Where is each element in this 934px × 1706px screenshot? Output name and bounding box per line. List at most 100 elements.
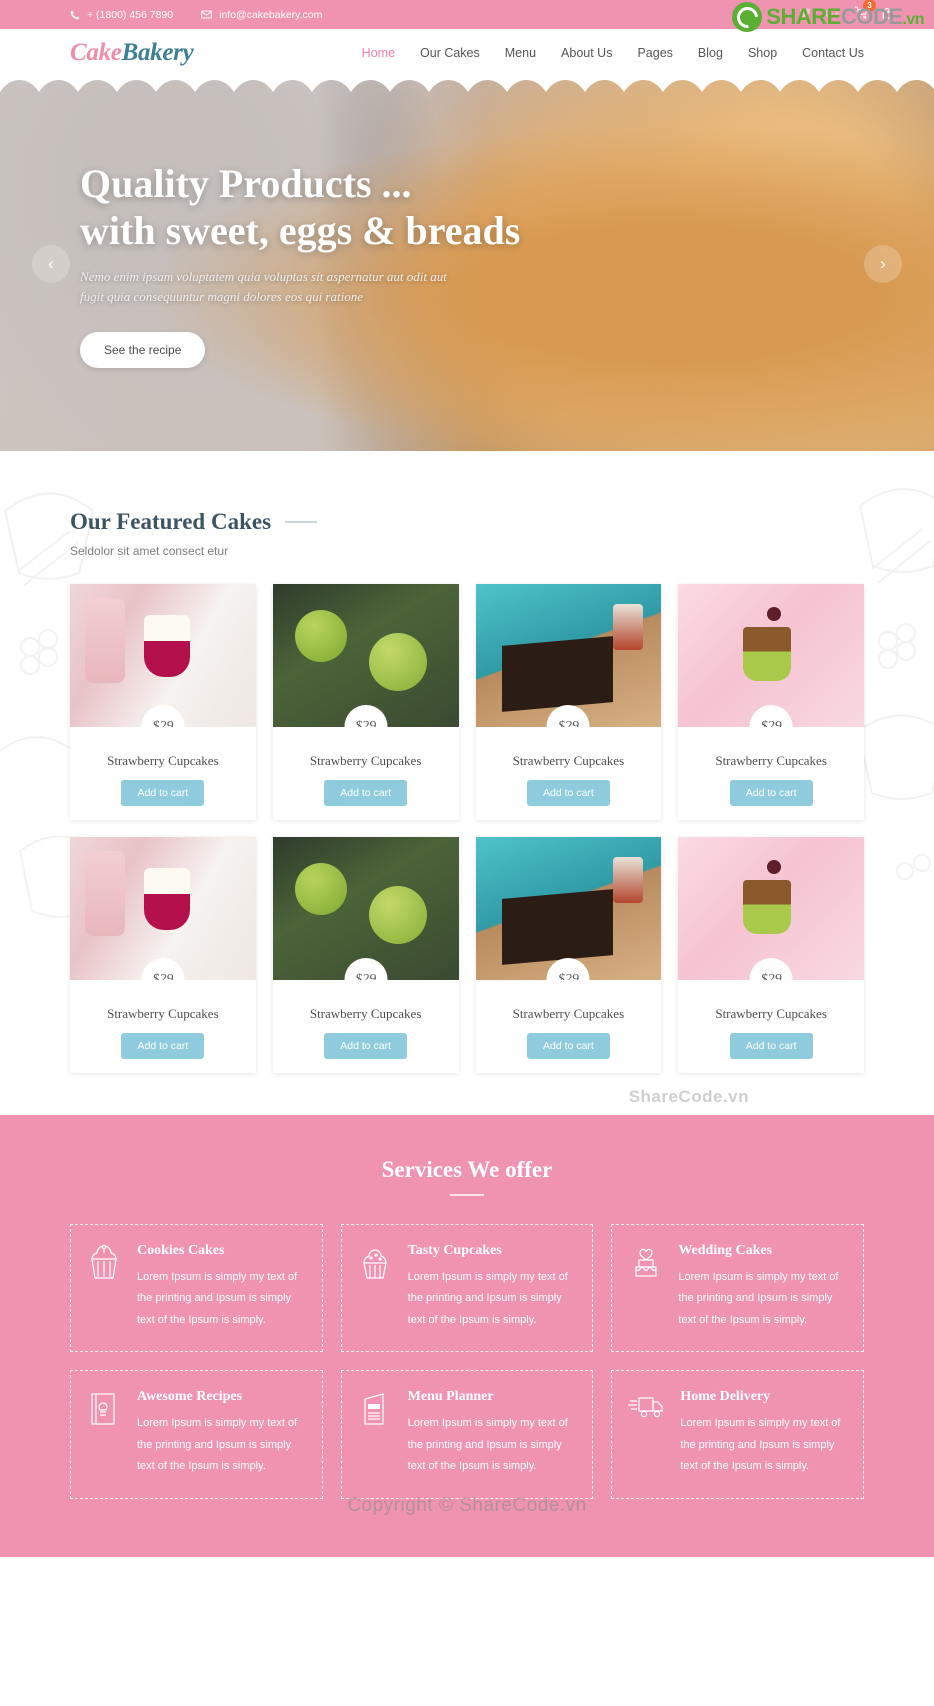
nav-item-our-cakes[interactable]: Our Cakes: [420, 46, 480, 60]
service-text-block: Home Delivery Lorem Ipsum is simply my te…: [680, 1389, 847, 1477]
product-card[interactable]: $29 Strawberry Cupcakes Add to cart: [475, 837, 662, 1073]
product-title: Strawberry Cupcakes: [309, 1006, 422, 1021]
product-title: Strawberry Cupcakes: [512, 1006, 625, 1021]
product-card[interactable]: $29 Strawberry Cupcakes Add to cart: [70, 584, 256, 820]
nav-item-home[interactable]: Home: [362, 46, 395, 60]
phone-icon: [70, 10, 80, 20]
main-navigation: Home Our Cakes Menu About Us Pages Blog Shop Co…: [362, 46, 864, 60]
logo-bakery: Bakery: [121, 39, 194, 66]
nav-item-menu[interactable]: Menu: [505, 46, 536, 60]
nav-item-about-us[interactable]: About Us: [561, 46, 612, 60]
service-description: Lorem Ipsum is simply my text of the pri…: [407, 1417, 568, 1473]
services-grid: Cookies Cakes Lorem Ipsum is simply my te…: [70, 1224, 864, 1499]
recipe-book-icon: [87, 1389, 123, 1477]
add-to-cart-button[interactable]: Add to cart: [121, 1033, 205, 1059]
service-description: Lorem Ipsum is simply my text of the pri…: [407, 1271, 568, 1326]
product-image[interactable]: $29: [678, 584, 864, 727]
phone-number: + (1800) 456 7890: [87, 8, 174, 21]
facebook-icon[interactable]: f: [783, 9, 786, 20]
nav-item-contact-us[interactable]: Contact Us: [802, 46, 864, 60]
product-grid: $29 Strawberry Cupcakes Add to cart $29 Stra…: [70, 584, 864, 1073]
product-body: Strawberry Cupcakes Add to cart: [476, 980, 662, 1073]
featured-cakes-section: Our Featured Cakes Seldolor sit amet con…: [0, 451, 934, 1115]
product-image[interactable]: $29: [678, 837, 864, 980]
service-text-block: Cookies Cakes Lorem Ipsum is simply my te…: [137, 1243, 306, 1331]
hero-prev-arrow[interactable]: ‹: [32, 244, 70, 283]
top-bar: + (1800) 456 7890 info@cakebakery.com f …: [0, 0, 934, 32]
product-title: Strawberry Cupcakes: [715, 1006, 827, 1021]
add-to-cart-button[interactable]: Add to cart: [324, 1033, 408, 1059]
hero-next-arrow[interactable]: ›: [864, 244, 902, 283]
add-to-cart-button[interactable]: Add to cart: [729, 780, 813, 806]
product-card[interactable]: $29 Strawberry Cupcakes Add to cart: [272, 584, 459, 820]
product-body: Strawberry Cupcakes Add to cart: [70, 980, 256, 1073]
nav-item-blog[interactable]: Blog: [698, 46, 723, 60]
service-text-block: Menu Planner Lorem Ipsum is simply my tex…: [408, 1389, 577, 1477]
product-title: Strawberry Cupcakes: [107, 1006, 219, 1021]
scallop-divider: [0, 76, 934, 92]
services-title-rule: [450, 1194, 484, 1196]
add-to-cart-button[interactable]: Add to cart: [324, 780, 408, 806]
service-description: Lorem Ipsum is simply my text of the pri…: [137, 1271, 298, 1326]
hero-title-line1: Quality Products ...: [80, 161, 412, 206]
site-logo[interactable]: CakeBakery: [70, 39, 194, 67]
product-card[interactable]: $29 Strawberry Cupcakes Add to cart: [475, 584, 662, 820]
service-title: Menu Planner: [407, 1389, 494, 1405]
product-image[interactable]: $29: [70, 584, 256, 727]
product-image[interactable]: $29: [475, 584, 662, 727]
service-card[interactable]: Tasty Cupcakes Lorem Ipsum is simply my t…: [340, 1224, 594, 1353]
add-to-cart-button[interactable]: Add to cart: [121, 780, 205, 806]
service-text-block: Wedding Cakes Lorem Ipsum is simply my te…: [678, 1243, 847, 1331]
scallop-shape: [0, 76, 934, 92]
hero-subtitle-line2: fugit quia consequuntur magni dolores eo…: [80, 289, 363, 305]
hero-title: Quality Products ... with sweet, eggs & …: [80, 161, 934, 255]
service-description: Lorem Ipsum is simply my text of the pri…: [137, 1417, 298, 1473]
services-title: Services We offer: [381, 1157, 553, 1182]
featured-title: Our Featured Cakes: [70, 509, 272, 534]
service-card[interactable]: Cookies Cakes Lorem Ipsum is simply my te…: [70, 1224, 323, 1353]
envelope-icon: [201, 10, 212, 19]
lock-icon[interactable]: [882, 7, 892, 22]
cart-button[interactable]: 3: [854, 0, 876, 24]
add-to-cart-button[interactable]: Add to cart: [729, 1033, 813, 1059]
add-to-cart-button[interactable]: Add to cart: [526, 1033, 610, 1059]
service-card[interactable]: Home Delivery Lorem Ipsum is simply my te…: [611, 1370, 864, 1499]
see-the-recipe-button[interactable]: See the recipe: [80, 332, 206, 369]
top-bar-social: f G+ 3: [783, 0, 892, 24]
phone-contact[interactable]: + (1800) 456 7890: [70, 9, 173, 21]
cart-count-badge: 3: [863, 0, 876, 12]
featured-heading-row: Our Featured Cakes: [70, 509, 864, 535]
product-image[interactable]: $29: [272, 837, 459, 980]
product-image[interactable]: $29: [70, 837, 256, 980]
hero-title-line2: with sweet, eggs & breads: [80, 207, 521, 253]
nav-item-shop[interactable]: Shop: [748, 46, 777, 60]
hero-subtitle: Nemo enim ipsam voluptatem quia voluptas…: [80, 267, 934, 309]
services-heading: Services We offer: [70, 1157, 864, 1196]
product-card[interactable]: $29 Strawberry Cupcakes Add to cart: [678, 837, 864, 1073]
service-title: Cookies Cakes: [137, 1243, 225, 1258]
service-text-block: Tasty Cupcakes Lorem Ipsum is simply my t…: [408, 1243, 577, 1331]
service-card[interactable]: Wedding Cakes Lorem Ipsum is simply my te…: [611, 1224, 864, 1353]
add-to-cart-button[interactable]: Add to cart: [526, 780, 610, 806]
product-card[interactable]: $29 Strawberry Cupcakes Add to cart: [272, 837, 459, 1073]
nav-item-pages[interactable]: Pages: [637, 46, 672, 60]
product-card[interactable]: $29 Strawberry Cupcakes Add to cart: [678, 584, 864, 820]
sharecode-logo-mark: [732, 2, 763, 32]
menu-card-icon: [358, 1389, 394, 1477]
google-plus-icon[interactable]: G+: [825, 9, 840, 20]
service-card[interactable]: Menu Planner Lorem Ipsum is simply my tex…: [340, 1370, 594, 1499]
product-image[interactable]: $29: [475, 837, 662, 980]
product-title: Strawberry Cupcakes: [715, 753, 827, 768]
email-contact[interactable]: info@cakebakery.com: [201, 9, 322, 21]
delivery-truck-icon: [628, 1389, 666, 1477]
product-image[interactable]: $29: [272, 584, 459, 727]
product-card[interactable]: $29 Strawberry Cupcakes Add to cart: [70, 837, 256, 1073]
page-root: + (1800) 456 7890 info@cakebakery.com f …: [0, 0, 934, 1557]
logo-cake: Cake: [70, 39, 122, 66]
service-title: Home Delivery: [680, 1389, 771, 1405]
sharecode-middle-watermark: ShareCode.vn: [628, 1087, 749, 1106]
hero-slider: ‹ › Quality Products ... with sweet, egg…: [0, 76, 934, 451]
twitter-icon[interactable]: [800, 8, 812, 21]
service-card[interactable]: Awesome Recipes Lorem Ipsum is simply my …: [70, 1370, 323, 1499]
featured-title-rule: [285, 521, 318, 523]
